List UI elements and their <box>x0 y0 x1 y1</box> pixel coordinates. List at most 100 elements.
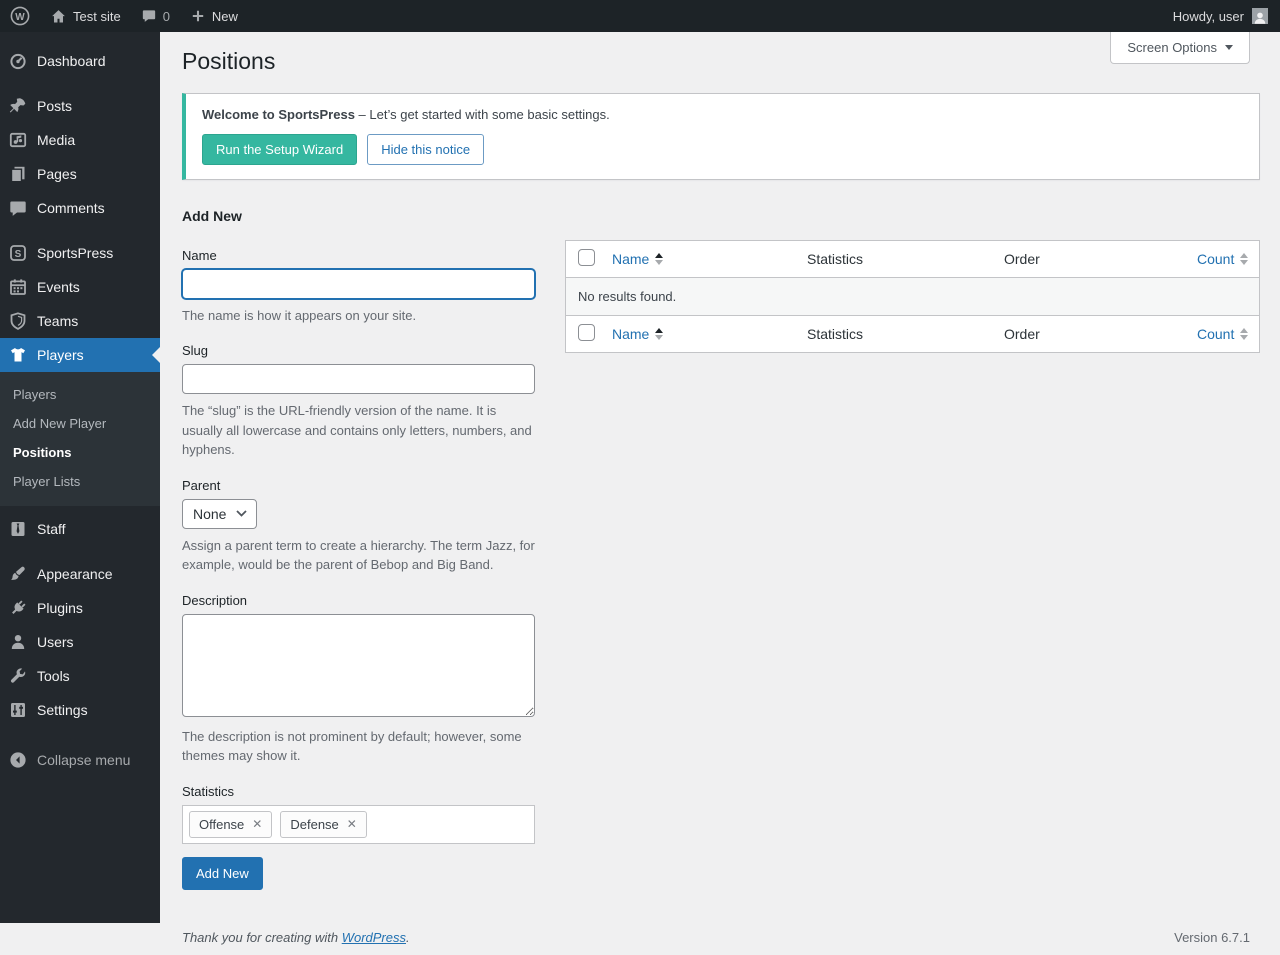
sort-icon <box>655 253 663 265</box>
menu-separator <box>0 546 160 557</box>
column-header-count[interactable]: Count <box>1197 251 1248 267</box>
sidebar-item-staff[interactable]: Staff <box>0 512 160 546</box>
sidebar-item-players[interactable]: Players <box>0 338 160 372</box>
pages-icon <box>8 164 28 184</box>
submenu-item-add-new-player[interactable]: Add New Player <box>0 409 160 438</box>
sidebar-item-label: Comments <box>37 200 105 216</box>
media-icon <box>8 130 28 150</box>
statistics-tag: Offense ✕ <box>189 811 272 838</box>
sidebar-item-settings[interactable]: Settings <box>0 693 160 727</box>
remove-tag-icon[interactable]: ✕ <box>347 817 357 831</box>
column-header-name[interactable]: Name <box>612 251 663 267</box>
hide-notice-button[interactable]: Hide this notice <box>367 134 484 165</box>
wordpress-link[interactable]: WordPress <box>342 930 406 945</box>
select-all-checkbox[interactable] <box>578 324 595 341</box>
site-name-link[interactable]: Test site <box>40 0 131 32</box>
submenu-item-positions[interactable]: Positions <box>0 438 160 467</box>
collapse-menu-button[interactable]: Collapse menu <box>0 743 160 777</box>
sort-icon <box>1240 253 1248 265</box>
statistics-tag: Defense ✕ <box>280 811 366 838</box>
sidebar-item-tools[interactable]: Tools <box>0 659 160 693</box>
notice-message: – Let’s get started with some basic sett… <box>355 107 610 122</box>
chevron-down-icon <box>236 510 247 517</box>
sidebar-item-users[interactable]: Users <box>0 625 160 659</box>
menu-separator <box>0 78 160 89</box>
name-help: The name is how it appears on your site. <box>182 306 535 326</box>
calendar-icon <box>8 277 28 297</box>
sidebar-item-appearance[interactable]: Appearance <box>0 557 160 591</box>
tag-label: Offense <box>199 817 244 832</box>
add-new-submit-button[interactable]: Add New <box>182 857 263 890</box>
sidebar-item-label: Settings <box>37 702 88 718</box>
account-menu[interactable]: Howdy, user <box>1173 8 1280 24</box>
collapse-menu-label: Collapse menu <box>37 752 130 768</box>
form-heading: Add New <box>182 208 535 224</box>
comments-bubble[interactable]: 0 <box>131 0 180 32</box>
footer-version: Version 6.7.1 <box>1174 930 1250 945</box>
slug-label: Slug <box>182 343 535 358</box>
sportspress-icon: S <box>8 243 28 263</box>
sort-icon <box>1240 328 1248 340</box>
plugin-icon <box>8 598 28 618</box>
svg-text:W: W <box>15 12 25 23</box>
sidebar-item-plugins[interactable]: Plugins <box>0 591 160 625</box>
notice-text: Welcome to SportsPress – Let’s get start… <box>202 107 1243 122</box>
description-textarea[interactable] <box>182 614 535 717</box>
slug-input[interactable] <box>182 364 535 394</box>
sidebar-item-events[interactable]: Events <box>0 270 160 304</box>
admin-bar: W Test site 0 New Howdy, user <box>0 0 1280 32</box>
sidebar-item-teams[interactable]: Teams <box>0 304 160 338</box>
notice-title: Welcome to SportsPress <box>202 107 355 122</box>
statistics-tag-input[interactable]: Offense ✕ Defense ✕ <box>182 805 535 844</box>
statistics-label: Statistics <box>182 784 535 799</box>
sidebar-item-media[interactable]: Media <box>0 123 160 157</box>
chevron-down-icon <box>1225 45 1233 50</box>
new-content-button[interactable]: New <box>180 0 248 32</box>
sidebar-item-posts[interactable]: Posts <box>0 89 160 123</box>
submenu-item-player-lists[interactable]: Player Lists <box>0 467 160 496</box>
sidebar-item-label: Plugins <box>37 600 83 616</box>
avatar <box>1252 8 1268 24</box>
sidebar-item-dashboard[interactable]: Dashboard <box>0 44 160 78</box>
remove-tag-icon[interactable]: ✕ <box>252 817 262 831</box>
column-header-statistics: Statistics <box>807 245 1004 273</box>
sidebar-item-label: Players <box>37 347 84 363</box>
parent-label: Parent <box>182 478 535 493</box>
empty-results-row: No results found. <box>566 278 1259 315</box>
sidebar-item-label: Events <box>37 279 80 295</box>
parent-help: Assign a parent term to create a hierarc… <box>182 536 535 575</box>
page-title: Positions <box>182 42 1260 77</box>
sidebar-item-comments[interactable]: Comments <box>0 191 160 225</box>
pin-icon <box>8 96 28 116</box>
screen-options-button[interactable]: Screen Options <box>1110 32 1250 64</box>
column-header-order: Order <box>1004 245 1197 273</box>
sidebar-item-label: Users <box>37 634 74 650</box>
collapse-icon <box>8 750 28 770</box>
sidebar-item-label: Appearance <box>37 566 113 582</box>
players-submenu: Players Add New Player Positions Player … <box>0 372 160 506</box>
site-name-label: Test site <box>73 9 121 24</box>
admin-sidebar: Dashboard Posts Media <box>0 32 160 923</box>
menu-separator <box>0 225 160 236</box>
column-header-name[interactable]: Name <box>612 326 663 342</box>
svg-text:S: S <box>15 249 22 260</box>
sidebar-item-label: SportsPress <box>37 245 113 261</box>
dashboard-icon <box>8 51 28 71</box>
column-header-statistics: Statistics <box>807 320 1004 348</box>
avatar-person-icon <box>1253 11 1267 24</box>
column-header-count[interactable]: Count <box>1197 326 1248 342</box>
wrench-icon <box>8 666 28 686</box>
sidebar-item-label: Media <box>37 132 75 148</box>
plus-icon <box>190 8 206 24</box>
parent-select[interactable]: None <box>182 499 257 529</box>
select-all-checkbox[interactable] <box>578 249 595 266</box>
footer-thanks: Thank you for creating with WordPress. <box>182 930 410 945</box>
name-input[interactable] <box>182 269 535 299</box>
run-setup-wizard-button[interactable]: Run the Setup Wizard <box>202 134 357 165</box>
new-label: New <box>212 9 238 24</box>
sidebar-item-pages[interactable]: Pages <box>0 157 160 191</box>
shield-icon <box>8 311 28 331</box>
wordpress-logo-icon[interactable]: W <box>0 0 40 32</box>
sidebar-item-sportspress[interactable]: S SportsPress <box>0 236 160 270</box>
submenu-item-players[interactable]: Players <box>0 380 160 409</box>
